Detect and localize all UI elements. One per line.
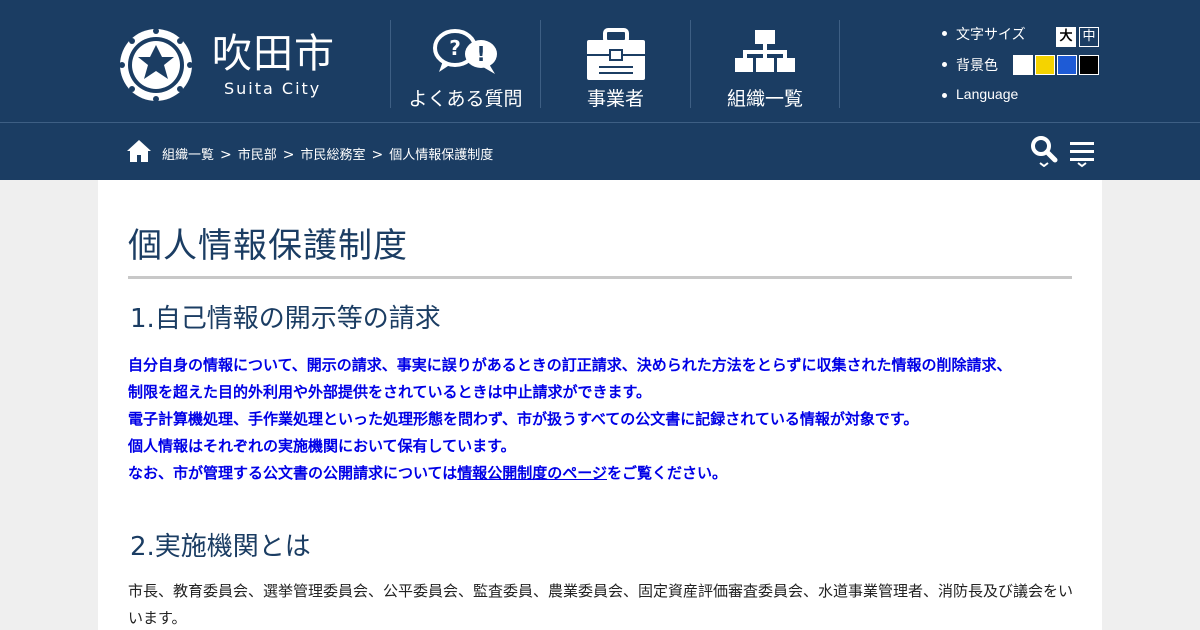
info-disclosure-link[interactable]: 情報公開制度のページ (457, 464, 607, 482)
section-paragraph: 自分自身の情報について、開示の請求、事実に誤りがあるときの訂正請求、決められた方… (128, 352, 1078, 487)
nav-organization-label: 組織一覧 (726, 88, 803, 110)
nav-business[interactable]: 事業者 (541, 20, 690, 110)
breadcrumb: 組織一覧 > 市民部 > 市民総務室 > 個人情報保護制度 (162, 144, 493, 163)
main-content: 個人情報保護制度 1.自己情報の開示等の請求 自分自身の情報について、開示の請求… (98, 180, 1102, 630)
breadcrumb-current: 個人情報保護制度 (389, 148, 494, 163)
bullet-icon (942, 93, 947, 98)
breadcrumb-separator: > (282, 147, 295, 163)
paragraph-line: 制限を超えた目的外利用や外部提供をされているときは中止請求ができます。 (128, 383, 652, 401)
breadcrumb-separator: > (371, 147, 384, 163)
site-name-en: Suita City (224, 79, 322, 98)
section-heading: 1.自己情報の開示等の請求 (130, 304, 441, 334)
paragraph-line: なお、市が管理する公文書の公開請求については情報公開制度のページをご覧ください。 (128, 460, 1078, 487)
city-emblem-logo[interactable] (118, 27, 194, 103)
home-icon[interactable] (126, 139, 152, 163)
site-header: 吹田市 Suita City ? ! よくある質問 事業者 組織一覧 文字サイズ… (0, 0, 1200, 122)
nav-faq-label: よくある質問 (408, 88, 523, 110)
org-chart-icon (735, 30, 795, 72)
bullet-icon (942, 62, 947, 67)
language-link[interactable]: Language (956, 86, 1018, 102)
faq-bubbles-icon: ? ! (432, 29, 497, 74)
bg-yellow-button[interactable] (1035, 55, 1055, 75)
bg-white-button[interactable] (1013, 55, 1033, 75)
nav-business-label: 事業者 (586, 88, 644, 110)
search-icon[interactable] (1030, 135, 1058, 167)
paragraph-line: 自分自身の情報について、開示の請求、事実に誤りがあるときの訂正請求、決められた方… (128, 356, 1012, 374)
breadcrumb-separator: > (220, 147, 232, 163)
breadcrumb-item[interactable]: 組織一覧 (162, 148, 214, 163)
site-name[interactable]: 吹田市 (212, 30, 335, 78)
background-color-tool: 背景色 (940, 20, 1100, 80)
nav-organization[interactable]: 組織一覧 (691, 20, 839, 110)
paragraph-line: 電子計算機処理、手作業処理といった処理形態を問わず、市が扱うすべての公文書に記録… (128, 410, 919, 428)
nav-faq[interactable]: ? ! よくある質問 (391, 20, 540, 110)
breadcrumb-item[interactable]: 市民総務室 (301, 148, 366, 163)
background-color-label: 背景色 (956, 58, 998, 74)
paragraph-line: 個人情報はそれぞれの実施機関において保有しています。 (128, 437, 516, 455)
svg-text:?: ? (449, 36, 461, 60)
title-divider (128, 276, 1072, 279)
briefcase-icon (586, 28, 645, 80)
svg-text:!: ! (476, 42, 485, 66)
bg-blue-button[interactable] (1057, 55, 1077, 75)
page-title: 個人情報保護制度 (128, 226, 408, 266)
breadcrumb-bar: 組織一覧 > 市民部 > 市民総務室 > 個人情報保護制度 (0, 122, 1200, 180)
bg-black-button[interactable] (1079, 55, 1099, 75)
paragraph-text: なお、市が管理する公文書の公開請求については (128, 464, 458, 482)
section-heading: 2.実施機関とは (130, 532, 311, 562)
language-tool[interactable]: Language (940, 86, 1060, 106)
paragraph-text: をご覧ください。 (606, 464, 727, 482)
nav-divider (839, 20, 840, 108)
breadcrumb-item[interactable]: 市民部 (238, 148, 277, 163)
section-paragraph: 市長、教育委員会、選挙管理委員会、公平委員会、監査委員、農業委員会、固定資産評価… (128, 582, 1074, 627)
hamburger-menu-icon[interactable] (1070, 140, 1094, 168)
